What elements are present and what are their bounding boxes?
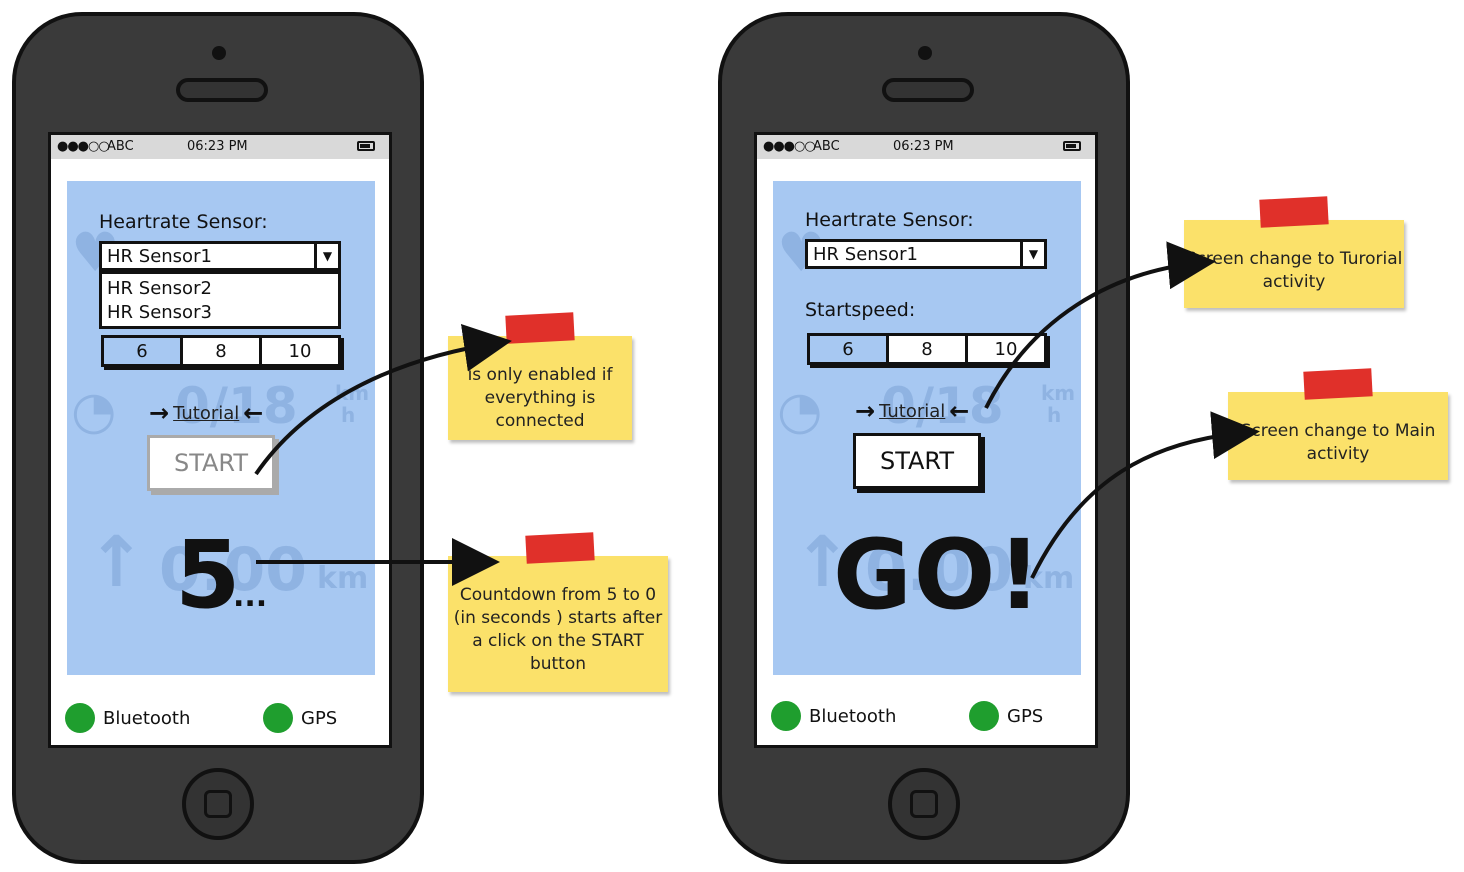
arrow-tutorial-to-note [984, 241, 1216, 409]
connector-arrows [254, 241, 1260, 586]
arrow-start-to-note [254, 324, 512, 476]
arrow-go-to-note [1030, 411, 1260, 579]
